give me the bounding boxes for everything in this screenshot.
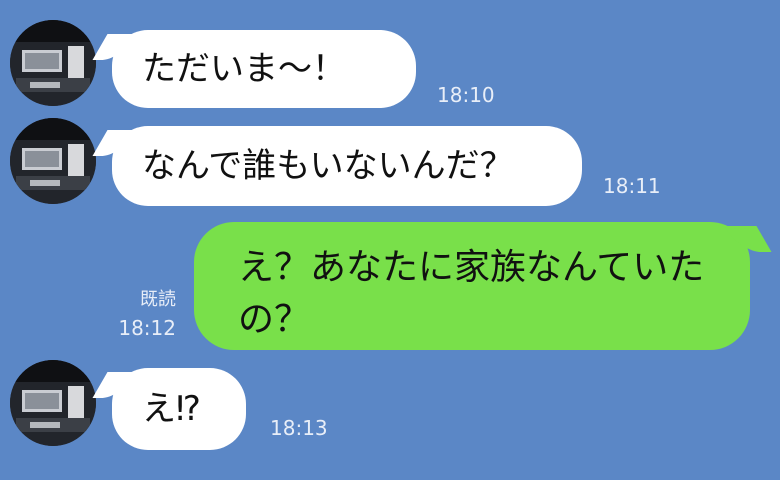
message-text: ただいま〜！ (142, 49, 346, 89)
message-timestamp: 18:11 (603, 174, 661, 198)
message-timestamp: 18:13 (270, 416, 328, 440)
message-timestamp: 18:12 (118, 316, 176, 340)
sender-avatar-icon[interactable] (10, 20, 96, 106)
message-text: なんで誰もいないんだ？ (142, 146, 514, 186)
message-timestamp: 18:10 (437, 83, 495, 107)
message-bubble-incoming[interactable]: なんで誰もいないんだ？ (112, 126, 582, 206)
message-text: え⁉ (142, 389, 201, 429)
message-bubble-outgoing[interactable]: え？あなたに家族なんていたの？ (194, 222, 750, 350)
read-receipt-label: 既読 (140, 289, 176, 310)
read-status: 既読 18:12 (104, 286, 176, 342)
message-bubble-incoming[interactable]: ただいま〜！ (112, 30, 416, 108)
message-text: え？あなたに家族なんていたの？ (238, 247, 705, 340)
sender-avatar-icon[interactable] (10, 360, 96, 446)
sender-avatar-icon[interactable] (10, 118, 96, 204)
message-bubble-incoming[interactable]: え⁉ (112, 368, 246, 450)
